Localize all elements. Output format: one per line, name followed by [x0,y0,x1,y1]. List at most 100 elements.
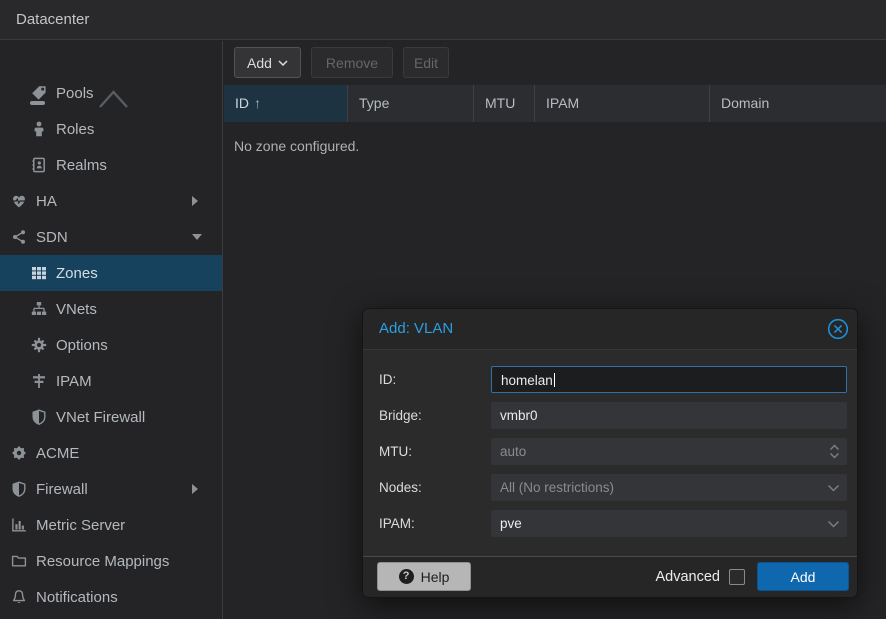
edit-button-label: Edit [414,55,438,71]
certificate-icon [10,445,27,462]
add-dropdown-button[interactable]: Add [234,47,301,78]
remove-button-label: Remove [326,55,378,71]
sidebar-item-vnets[interactable]: VNets [0,291,222,327]
folder-icon [10,553,27,570]
nodes-placeholder-value: All (No restrictions) [500,480,614,495]
address-book-icon [30,157,47,174]
advanced-label[interactable]: Advanced [656,569,721,585]
dialog-body: ID: homelan Bridge: vmbr0 MTU: auto [363,349,857,557]
close-icon[interactable] [827,318,849,340]
column-label: MTU [485,95,515,111]
column-label: Type [359,95,389,111]
sidebar-item-roles[interactable]: Roles [0,111,222,147]
nodes-select[interactable]: All (No restrictions) [491,474,847,501]
mtu-placeholder-value: auto [500,444,526,459]
heartbeat-icon [10,193,27,210]
chevron-down-icon[interactable] [827,510,840,537]
sort-ascending-icon: ↑ [254,95,261,111]
column-header-ipam[interactable]: IPAM [535,85,710,122]
help-button-label: Help [421,569,450,585]
chevron-down-icon [278,60,288,66]
sidebar-item-label: Notifications [36,589,118,606]
edit-button[interactable]: Edit [403,47,449,78]
mtu-spinner[interactable]: auto [491,438,847,465]
add-button-label: Add [247,55,272,71]
dialog-add-button[interactable]: Add [757,562,849,591]
expand-right-icon [192,196,198,206]
dialog-footer: ? Help Advanced Add [363,556,857,597]
page-title: Datacenter [16,0,89,40]
grid-icon [30,265,47,282]
question-circle-icon: ? [399,569,414,584]
sidebar-item-vnet-firewall[interactable]: VNet Firewall [0,399,222,435]
column-label: IPAM [546,95,579,111]
remove-button[interactable]: Remove [311,47,393,78]
shield-icon [30,409,47,426]
bridge-field-label: Bridge: [379,402,422,429]
mtu-field-label: MTU: [379,438,412,465]
sitemap-icon [30,301,47,318]
sidebar-item-label: Realms [56,157,107,174]
sidebar-item-realms[interactable]: Realms [0,147,222,183]
sidebar-item-ha[interactable]: HA [0,183,222,219]
dialog-header[interactable]: Add: VLAN [363,309,857,349]
signpost-icon [30,373,47,390]
bell-icon [10,589,27,606]
sidebar-item-firewall[interactable]: Firewall [0,471,222,507]
sidebar-item-label: Roles [56,121,94,138]
dialog-add-button-label: Add [791,569,816,585]
text-cursor [554,373,555,387]
column-header-id[interactable]: ID ↑ [224,85,348,122]
sidebar-item-label: HA [36,193,57,210]
chevron-down-icon[interactable] [827,474,840,501]
help-button[interactable]: ? Help [377,562,471,591]
sidebar-item-label: ACME [36,445,79,462]
sidebar-item-acme[interactable]: ACME [0,435,222,471]
spinner-up-down-icon[interactable] [829,438,840,465]
sidebar-item-label: IPAM [56,373,92,390]
sidebar-item-label: SDN [36,229,68,246]
id-input[interactable]: homelan [491,366,847,393]
table-header-row: ID ↑ Type MTU IPAM Domain [224,85,886,122]
sidebar-item-options[interactable]: Options [0,327,222,363]
column-label: Domain [721,95,769,111]
sidebar-item-sdn[interactable]: SDN [0,219,222,255]
column-header-domain[interactable]: Domain [710,85,886,122]
sidebar-item-zones[interactable]: Zones [0,255,222,291]
sidebar-item-label: Resource Mappings [36,553,169,570]
column-label: ID [235,95,249,111]
sidebar-item-label: Options [56,337,108,354]
sidebar-item-label: Metric Server [36,517,125,534]
tag-icon [30,85,47,102]
nodes-field-label: Nodes: [379,474,422,501]
id-input-value: homelan [501,373,553,388]
sidebar-item-label: Zones [56,265,98,282]
sidebar-item-ipam[interactable]: IPAM [0,363,222,399]
sidebar-item-resource-mappings[interactable]: Resource Mappings [0,543,222,579]
bridge-input[interactable]: vmbr0 [491,402,847,429]
sidebar-item-pools[interactable]: Pools [0,75,222,111]
shield-icon [10,481,27,498]
dialog-title: Add: VLAN [379,309,453,349]
column-header-type[interactable]: Type [348,85,474,122]
sidebar-item-label: Firewall [36,481,88,498]
id-field-label: ID: [379,366,396,393]
gear-icon [30,337,47,354]
sidebar-item-label: VNet Firewall [56,409,145,426]
sidebar-item-notifications[interactable]: Notifications [0,579,222,615]
add-vlan-dialog: Add: VLAN ID: homelan Bridge: vmbr0 MTU:… [362,308,858,598]
column-header-mtu[interactable]: MTU [474,85,535,122]
sidebar-item-label: Pools [56,85,94,102]
top-header-bar: Datacenter [0,0,886,40]
bridge-input-value: vmbr0 [500,408,538,423]
ipam-select-value: pve [500,516,522,531]
ipam-select[interactable]: pve [491,510,847,537]
ipam-field-label: IPAM: [379,510,415,537]
sidebar-item-metric-server[interactable]: Metric Server [0,507,222,543]
bar-chart-icon [10,517,27,534]
empty-table-message: No zone configured. [234,138,359,154]
network-nodes-icon [10,229,27,246]
expand-right-icon [192,484,198,494]
advanced-checkbox[interactable] [729,569,745,585]
person-icon [30,121,47,138]
